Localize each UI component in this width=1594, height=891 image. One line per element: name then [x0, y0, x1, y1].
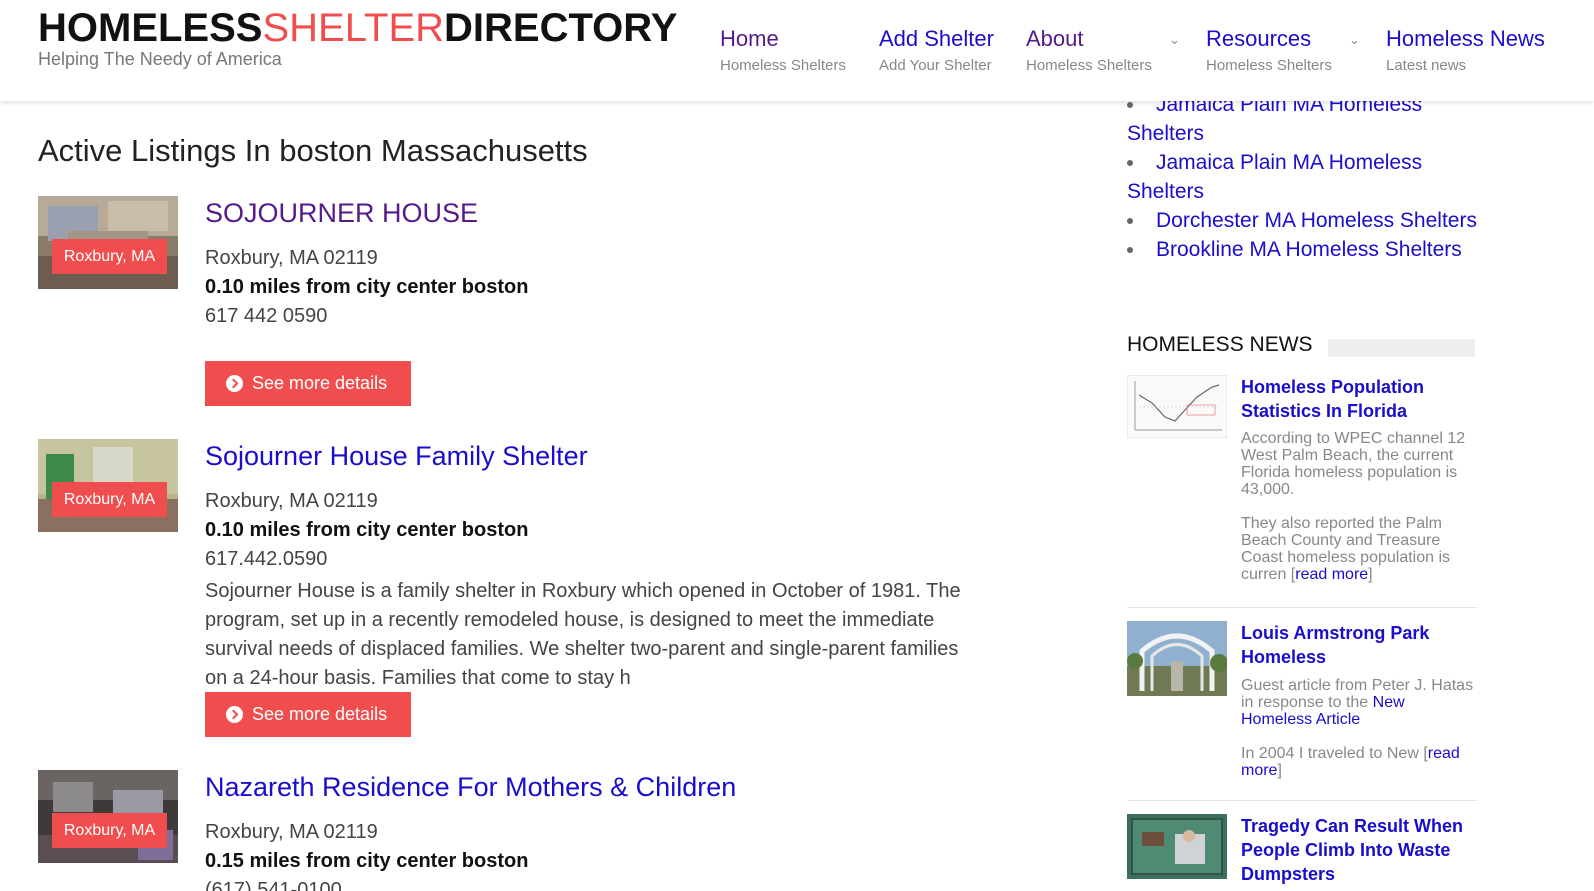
news-excerpt-text: In 2004 I traveled to New — [1241, 745, 1419, 762]
see-more-details-button[interactable]: See more details — [205, 692, 411, 737]
listing-title-link[interactable]: SOJOURNER HOUSE — [205, 198, 478, 229]
listing-address: Roxbury, MA 02119 — [205, 821, 378, 843]
city-link[interactable]: Dorchester MA Homeless Shelters — [1127, 206, 1487, 235]
nav-about-label[interactable]: About — [1026, 26, 1152, 52]
see-more-details-label: See more details — [252, 704, 388, 724]
listing-title-link[interactable]: Sojourner House Family Shelter — [205, 441, 588, 472]
location-badge: Roxbury, MA — [52, 482, 167, 517]
news-item: Homeless Population Statistics In Florid… — [1127, 375, 1477, 585]
news-item: Tragedy Can Result When People Climb Int… — [1127, 814, 1477, 891]
news-thumbnail[interactable] — [1127, 375, 1227, 438]
bullet-icon — [1127, 218, 1133, 224]
news-heading: HOMELESS NEWS — [1127, 333, 1313, 356]
logo-part-homeless[interactable]: HOMELESS — [38, 6, 262, 50]
nav-add-shelter[interactable]: Add Shelter Add Your Shelter — [879, 26, 994, 74]
list-item[interactable]: Brookline MA Homeless Shelters — [1127, 235, 1487, 264]
news-excerpt: In 2004 I traveled to New [read more] — [1241, 745, 1460, 779]
bullet-icon — [1127, 247, 1133, 253]
nav-add-shelter-sub: Add Your Shelter — [879, 57, 992, 74]
nav-add-shelter-label[interactable]: Add Shelter — [879, 26, 994, 52]
news-divider — [1127, 800, 1477, 801]
logo-part-shelter[interactable]: SHELTER — [262, 6, 444, 50]
news-title-link[interactable]: Louis Armstrong Park Homeless — [1241, 621, 1477, 669]
news-title-link[interactable]: Tragedy Can Result When People Climb Int… — [1241, 814, 1477, 886]
news-divider — [1127, 607, 1477, 608]
listing-item: Roxbury, MA Nazareth Residence For Mothe… — [38, 770, 998, 891]
nav-home[interactable]: Home Homeless Shelters — [720, 26, 846, 74]
arrow-circle-right-icon — [226, 375, 243, 392]
arrow-circle-right-icon — [226, 706, 243, 723]
listing-address: Roxbury, MA 02119 — [205, 247, 378, 269]
city-link[interactable]: Jamaica Plain MA Homeless Shelters — [1127, 148, 1487, 206]
site-tagline: Helping The Needy of America — [38, 49, 282, 69]
nav-home-sub: Homeless Shelters — [720, 57, 846, 74]
news-excerpt: According to WPEC channel 12 West Palm B… — [1241, 430, 1466, 498]
see-more-details-button[interactable]: See more details — [205, 361, 411, 406]
listing-title-link[interactable]: Nazareth Residence For Mothers & Childre… — [205, 772, 736, 803]
site-header: HOMELESSSHELTERDIRECTORY Helping The Nee… — [0, 0, 1594, 101]
listing-phone: (617) 541-0100 — [205, 879, 342, 891]
listing-address: Roxbury, MA 02119 — [205, 490, 378, 512]
nav-homeless-news-sub: Latest news — [1386, 57, 1467, 74]
nav-about-sub: Homeless Shelters — [1026, 57, 1152, 74]
news-excerpt-text: Guest article from Peter J. Hatas in res… — [1241, 677, 1474, 711]
listing-distance: 0.10 miles from city center boston — [205, 276, 529, 298]
location-badge: Roxbury, MA — [52, 239, 167, 274]
page-title: Active Listings In boston Massachusetts — [38, 133, 588, 168]
city-link[interactable]: Brookline MA Homeless Shelters — [1127, 235, 1487, 264]
listing-distance: 0.10 miles from city center boston — [205, 519, 529, 541]
list-item[interactable]: Dorchester MA Homeless Shelters — [1127, 206, 1487, 235]
resources-chevron-down-icon[interactable]: ⌄ — [1349, 32, 1360, 48]
news-excerpt: Guest article from Peter J. Hatas in res… — [1241, 677, 1477, 728]
listing-photo[interactable]: Roxbury, MA — [38, 439, 178, 532]
news-thumbnail[interactable] — [1127, 814, 1227, 879]
news-item: Louis Armstrong Park Homeless Guest arti… — [1127, 621, 1477, 781]
site-logo[interactable]: HOMELESSSHELTERDIRECTORY — [38, 6, 677, 50]
bullet-icon — [1127, 102, 1133, 108]
listing-photo[interactable]: Roxbury, MA — [38, 196, 178, 289]
nav-resources[interactable]: Resources Homeless Shelters — [1206, 26, 1332, 74]
nearby-cities-list: Jamaica Plain MA Homeless Shelters Jamai… — [1127, 90, 1487, 264]
listing-description: Sojourner House is a family shelter in R… — [205, 580, 961, 689]
bullet-icon — [1127, 160, 1133, 166]
nav-about[interactable]: About Homeless Shelters — [1026, 26, 1152, 74]
nav-homeless-news[interactable]: Homeless News Latest news — [1386, 26, 1545, 74]
about-chevron-down-icon[interactable]: ⌄ — [1169, 32, 1180, 48]
nav-resources-sub: Homeless Shelters — [1206, 57, 1332, 74]
see-more-details-label: See more details — [252, 373, 388, 393]
location-badge: Roxbury, MA — [52, 813, 167, 848]
listing-item: Roxbury, MA Sojourner House Family Shelt… — [38, 439, 998, 739]
nav-homeless-news-label[interactable]: Homeless News — [1386, 26, 1545, 52]
read-more-link[interactable]: read more — [1295, 566, 1368, 583]
list-item[interactable]: Jamaica Plain MA Homeless Shelters — [1127, 148, 1487, 206]
listing-phone: 617 442 0590 — [205, 305, 328, 327]
listing-phone: 617.442.0590 — [205, 548, 328, 570]
nav-resources-label[interactable]: Resources — [1206, 26, 1332, 52]
news-thumbnail[interactable] — [1127, 621, 1227, 696]
listing-photo[interactable]: Roxbury, MA — [38, 770, 178, 863]
news-excerpt: They also reported the Palm Beach County… — [1241, 515, 1451, 583]
listing-item: Roxbury, MA SOJOURNER HOUSE Roxbury, MA … — [38, 196, 998, 406]
logo-part-directory[interactable]: DIRECTORY — [444, 6, 677, 50]
news-title-link[interactable]: Homeless Population Statistics In Florid… — [1241, 375, 1477, 423]
listing-distance: 0.15 miles from city center boston — [205, 850, 529, 872]
news-heading-divider — [1328, 339, 1475, 357]
nav-home-label[interactable]: Home — [720, 26, 846, 52]
